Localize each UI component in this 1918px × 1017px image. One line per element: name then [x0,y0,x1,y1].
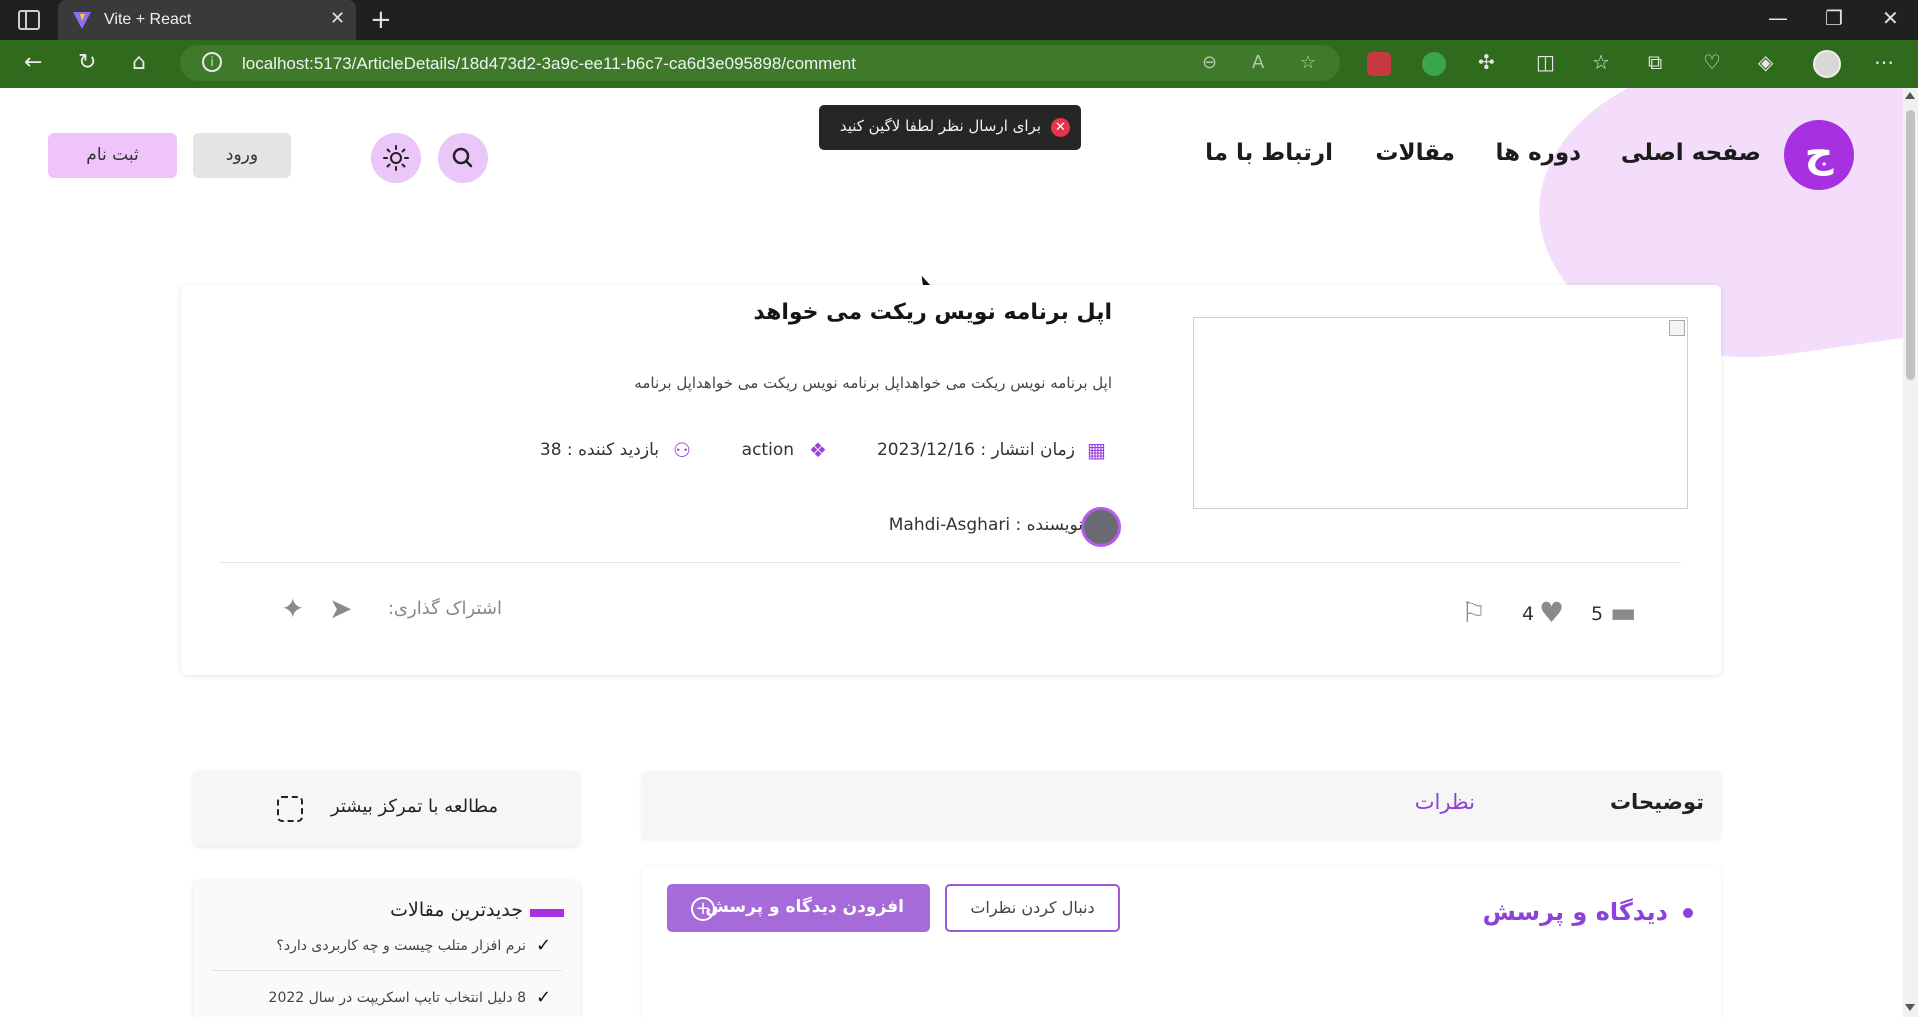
back-icon[interactable]: ← [24,50,42,75]
views-count: بازدید کننده : 38 [539,440,659,460]
collections-icon[interactable]: ⧉ [1648,50,1662,74]
reload-icon[interactable]: ↻ [78,50,96,75]
site-info-icon[interactable]: i [202,52,222,72]
article-category: action [741,440,794,460]
latest-articles-title: جدیدترین مقالات [390,899,523,921]
scroll-down-icon[interactable] [1905,1004,1915,1011]
list-divider [212,970,562,971]
likes-count: 4 [1522,603,1535,625]
window-close-icon[interactable]: ✕ [1882,6,1899,30]
latest-accent-bar [530,909,564,917]
comments-count: 5 [1591,603,1604,625]
nav-link-articles[interactable]: مقالات [1375,140,1455,166]
comment-bubble-icon[interactable]: ▬ [1610,596,1636,629]
vite-logo-icon [73,12,91,29]
site-logo[interactable]: ج [1784,120,1854,190]
error-toast: برای ارسال نظر لطفا لاگین کنید ✕ [819,105,1081,150]
article-title: اپل برنامه نویس ریکت می خواهد [753,300,1112,325]
read-aloud-icon[interactable]: A [1252,52,1264,73]
more-menu-icon[interactable]: ⋯ [1874,50,1894,74]
login-button[interactable]: ورود [193,133,291,178]
performance-icon[interactable]: ♡ [1703,50,1721,74]
theme-toggle-button[interactable] [371,133,421,183]
nav-link-courses[interactable]: دوره ها [1495,140,1581,166]
copilot-icon[interactable]: ◈ [1758,50,1773,74]
minimize-icon[interactable]: — [1768,6,1788,30]
focus-frame-icon [277,796,303,822]
heart-icon[interactable]: ♥ [1539,596,1564,629]
heading-dot [1683,908,1693,918]
register-button[interactable]: ثبت نام [48,133,177,178]
toast-message: برای ارسال نظر لطفا لاگین کنید [839,117,1041,135]
focus-mode-label: مطالعه با تمرکز بیشتر [330,796,498,817]
add-comment-label: افزودن دیدگاه و پرسش [705,897,904,917]
broken-image-icon [1669,320,1685,336]
url-text[interactable]: localhost:5173/ArticleDetails/18d473d2-3… [242,54,856,74]
comments-heading: دیدگاه و پرسش [1482,898,1668,926]
plus-circle-icon: + [691,897,715,921]
card-divider [219,562,1681,563]
content-tabs [642,771,1721,839]
tab-description[interactable]: توضیحات [1610,790,1704,814]
nav-link-home[interactable]: صفحه اصلی [1621,140,1761,166]
category-icon: ❖ [809,438,827,462]
split-screen-icon[interactable]: ◫ [1536,50,1555,74]
twitter-icon[interactable]: ✦ [281,592,304,625]
zoom-out-icon[interactable]: ⊖ [1202,52,1217,73]
telegram-icon[interactable]: ➤ [329,592,352,625]
check-icon: ✓ [536,987,552,1008]
share-label: اشتراک گذاری: [387,598,502,619]
browser-title-bar: Vite + React ✕ + — ❐ ✕ [0,0,1918,40]
author-name: نویسنده : Mahdi-Asghari [888,515,1083,535]
visitors-icon: ⚇ [673,438,691,462]
tab-comments[interactable]: نظرات [1415,790,1475,814]
extension-icon[interactable] [1367,52,1391,76]
favorite-star-icon[interactable]: ☆ [1300,52,1316,73]
publish-date: زمان انتشار : 2023/12/16 [876,440,1075,460]
tab-title: Vite + React [104,11,192,28]
article-image [1193,317,1688,509]
search-icon [452,147,473,168]
add-comment-button[interactable]: افزودن دیدگاه و پرسش + [667,884,930,932]
tab-actions-icon[interactable] [18,10,40,30]
scroll-up-icon[interactable] [1905,92,1915,99]
new-tab-icon[interactable]: + [370,5,392,35]
extension-color-icon[interactable] [1422,52,1446,76]
error-close-icon[interactable]: ✕ [1051,118,1070,137]
bookmark-icon[interactable]: ⚐ [1461,596,1486,629]
latest-article-item[interactable]: 8 دلیل انتخاب تایپ اسکریپت در سال 2022 [269,990,526,1006]
check-icon: ✓ [536,935,552,956]
nav-link-contact[interactable]: ارتباط با ما [1205,140,1333,166]
extensions-puzzle-icon[interactable]: ✣ [1478,50,1495,74]
calendar-icon: ▦ [1087,438,1106,462]
scrollbar-thumb[interactable] [1906,110,1915,380]
favorites-icon[interactable]: ☆ [1592,50,1610,74]
sun-icon [383,145,409,171]
browser-tab[interactable]: Vite + React ✕ [58,0,356,40]
search-button[interactable] [438,133,488,183]
home-icon[interactable]: ⌂ [132,50,146,75]
latest-article-item[interactable]: نرم افزار متلب چیست و چه کاربردی دارد؟ [276,938,526,954]
profile-avatar[interactable] [1813,50,1841,78]
author-avatar [1081,507,1121,547]
tab-close-icon[interactable]: ✕ [330,8,345,29]
restore-icon[interactable]: ❐ [1825,6,1843,30]
follow-comments-button[interactable]: دنبال کردن نظرات [945,884,1120,932]
address-bar[interactable]: i localhost:5173/ArticleDetails/18d473d2… [180,45,1340,81]
article-description: اپل برنامه نویس ریکت می خواهداپل برنامه … [634,374,1112,392]
